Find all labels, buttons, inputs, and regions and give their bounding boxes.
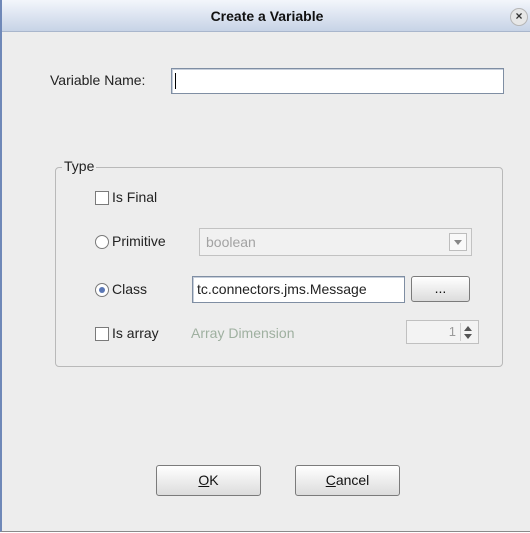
array-dimension-label: Array Dimension (191, 325, 295, 341)
cancel-label-rest: ancel (335, 472, 370, 488)
text-caret (175, 73, 176, 89)
class-name-input[interactable]: tc.connectors.jms.Message (192, 276, 405, 303)
chevron-down-icon[interactable] (449, 233, 467, 251)
class-name-value: tc.connectors.jms.Message (197, 281, 367, 297)
title-bar[interactable]: Create a Variable × (2, 0, 530, 32)
spinner-down-icon[interactable] (464, 334, 472, 339)
array-dimension-value: 1 (448, 324, 456, 339)
spinner-up-icon[interactable] (464, 326, 472, 331)
close-icon[interactable]: × (510, 8, 528, 26)
radio-selected-dot (99, 287, 105, 293)
primitive-type-select[interactable]: boolean (199, 228, 472, 256)
create-variable-dialog: Create a Variable × Variable Name: Type … (0, 0, 530, 532)
array-dimension-spinner[interactable]: 1 (406, 320, 479, 344)
ok-label-rest: K (209, 472, 219, 488)
variable-name-input[interactable] (171, 68, 504, 94)
primitive-radio[interactable] (95, 235, 109, 249)
type-group-label: Type (62, 158, 97, 174)
class-radio[interactable] (95, 283, 109, 297)
ok-button[interactable]: OK (156, 465, 261, 496)
spinner-buttons[interactable] (460, 323, 476, 341)
is-final-label: Is Final (112, 189, 158, 205)
class-label: Class (112, 281, 148, 297)
is-array-checkbox[interactable] (95, 327, 109, 341)
ok-mnemonic: O (198, 472, 210, 488)
primitive-label: Primitive (112, 233, 166, 249)
primitive-type-value: boolean (206, 234, 256, 250)
variable-name-label: Variable Name: (50, 72, 146, 88)
dialog-title: Create a Variable (210, 8, 324, 24)
cancel-mnemonic: C (325, 472, 336, 488)
is-final-checkbox[interactable] (95, 191, 109, 205)
browse-class-button[interactable]: ... (411, 276, 470, 302)
cancel-button[interactable]: Cancel (295, 465, 400, 496)
is-array-label: Is array (112, 325, 159, 341)
